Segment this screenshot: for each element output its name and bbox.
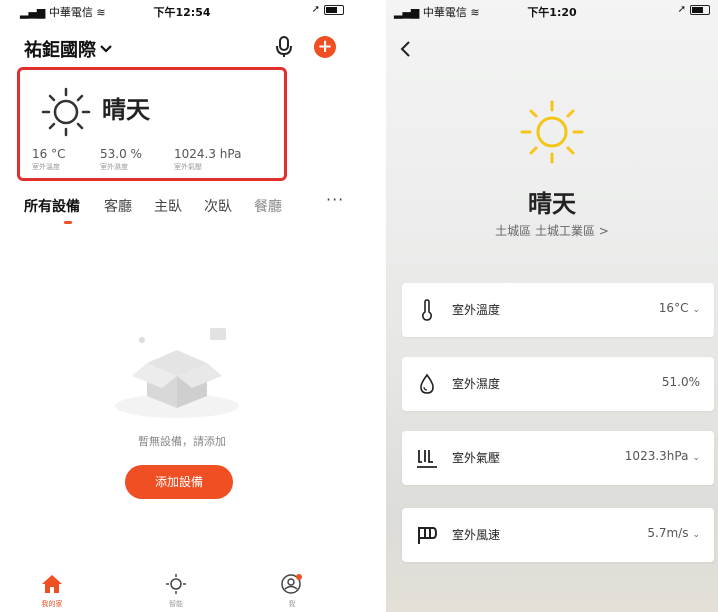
chevron-down-icon: ⌄ xyxy=(692,453,700,463)
tab-dining-room[interactable]: 餐廳 xyxy=(254,196,282,216)
humidity-value: 53.0 % xyxy=(100,147,142,161)
card-temperature-value: 16°C ⌄ xyxy=(658,301,700,315)
sun-icon xyxy=(41,87,91,137)
nav-smart[interactable]: 智能 xyxy=(146,574,206,609)
home-title: 祐鉅國際 xyxy=(24,40,96,61)
pressure-label: 室外氣壓 xyxy=(174,163,202,171)
status-bar: ▂▄▆ 中華電信 ≋ 下午1:20 ➚ xyxy=(386,0,718,22)
temperature-value: 16 °C xyxy=(32,147,66,161)
nav-home-label: 我的家 xyxy=(41,600,63,608)
card-wind-speed[interactable]: 室外風速 5.7m/s ⌄ xyxy=(402,508,714,562)
status-right: ➚ xyxy=(678,4,710,15)
card-pressure-label: 室外氣壓 xyxy=(452,451,501,465)
card-humidity[interactable]: 室外濕度 51.0% xyxy=(402,357,714,411)
water-drop-icon xyxy=(420,373,434,394)
chevron-down-icon: ⌄ xyxy=(692,530,700,540)
metric-temperature: 16 °C 室外溫度 xyxy=(32,147,65,172)
weather-detail-screen: ▂▄▆ 中華電信 ≋ 下午1:20 ➚ 晴天 土城區 土城工業區 > 室外溫度 … xyxy=(386,0,718,612)
profile-icon xyxy=(281,574,302,594)
card-temperature-label: 室外溫度 xyxy=(452,303,501,317)
card-humidity-label: 室外濕度 xyxy=(452,377,501,391)
status-right: ➚ xyxy=(312,4,344,15)
humidity-label: 室外濕度 xyxy=(100,163,128,171)
chevron-down-icon xyxy=(100,45,112,53)
add-icon[interactable]: + xyxy=(314,36,336,58)
temperature-label: 室外溫度 xyxy=(32,163,60,171)
room-tabs: 所有設備 客廳 主臥 次臥 餐廳 ··· xyxy=(24,190,352,226)
sun-icon xyxy=(520,100,584,164)
more-tabs-button[interactable]: ··· xyxy=(326,190,344,209)
empty-state-text: 暫無設備，請添加 xyxy=(138,435,226,448)
tab-all-devices[interactable]: 所有設備 xyxy=(24,196,80,216)
card-wind-speed-value: 5.7m/s ⌄ xyxy=(647,526,700,540)
back-arrow-icon[interactable] xyxy=(398,40,412,58)
thermometer-icon xyxy=(421,299,433,321)
wind-flag-icon xyxy=(418,527,438,544)
tab-active-indicator xyxy=(64,221,72,224)
status-time: 下午1:20 xyxy=(527,6,577,19)
pressure-icon xyxy=(417,450,437,468)
home-icon xyxy=(42,575,62,593)
chevron-down-icon: ⌄ xyxy=(692,305,700,315)
tab-living-room[interactable]: 客廳 xyxy=(104,196,132,216)
metric-humidity: 53.0 % 室外濕度 xyxy=(100,147,142,172)
tab-second-bedroom[interactable]: 次臥 xyxy=(204,196,232,216)
nav-profile-label: 我 xyxy=(288,600,296,608)
card-pressure-value: 1023.3hPa ⌄ xyxy=(624,449,700,463)
card-temperature[interactable]: 室外溫度 16°C ⌄ xyxy=(402,283,714,337)
tab-master-bedroom[interactable]: 主臥 xyxy=(154,196,182,216)
weather-widget[interactable]: 晴天 16 °C 室外溫度 53.0 % 室外濕度 1024.3 hPa 室外氣… xyxy=(17,67,287,181)
smart-icon xyxy=(166,574,186,594)
card-humidity-value: 51.0% xyxy=(661,375,700,389)
add-device-button[interactable]: 添加設備 xyxy=(125,465,233,499)
bottom-nav: 我的家 智能 我 xyxy=(12,572,352,612)
microphone-icon[interactable] xyxy=(274,36,294,58)
metric-pressure: 1024.3 hPa 室外氣壓 xyxy=(174,147,241,172)
location-arrow-icon: ➚ xyxy=(677,4,686,15)
pressure-value: 1024.3 hPa xyxy=(174,147,242,161)
weather-condition: 晴天 xyxy=(528,190,576,218)
battery-icon xyxy=(690,4,710,15)
weather-condition: 晴天 xyxy=(102,96,150,124)
nav-profile[interactable]: 我 xyxy=(262,574,322,609)
battery-icon xyxy=(324,4,344,15)
empty-box-illustration xyxy=(115,328,239,418)
home-screen: ▂▄▆ 中華電信 ≋ 下午12:54 ➚ 祐鉅國際 + 晴天 16 °C 室外溫… xyxy=(12,0,352,612)
nav-home[interactable]: 我的家 xyxy=(22,574,82,609)
location-arrow-icon: ➚ xyxy=(311,4,320,15)
status-time: 下午12:54 xyxy=(153,6,211,19)
card-wind-speed-label: 室外風速 xyxy=(452,528,501,542)
nav-smart-label: 智能 xyxy=(169,600,183,608)
location-link[interactable]: 土城區 土城工業區 > xyxy=(386,222,718,239)
home-selector[interactable]: 祐鉅國際 xyxy=(24,36,112,62)
status-bar: ▂▄▆ 中華電信 ≋ 下午12:54 ➚ xyxy=(12,0,352,22)
card-pressure[interactable]: 室外氣壓 1023.3hPa ⌄ xyxy=(402,431,714,485)
